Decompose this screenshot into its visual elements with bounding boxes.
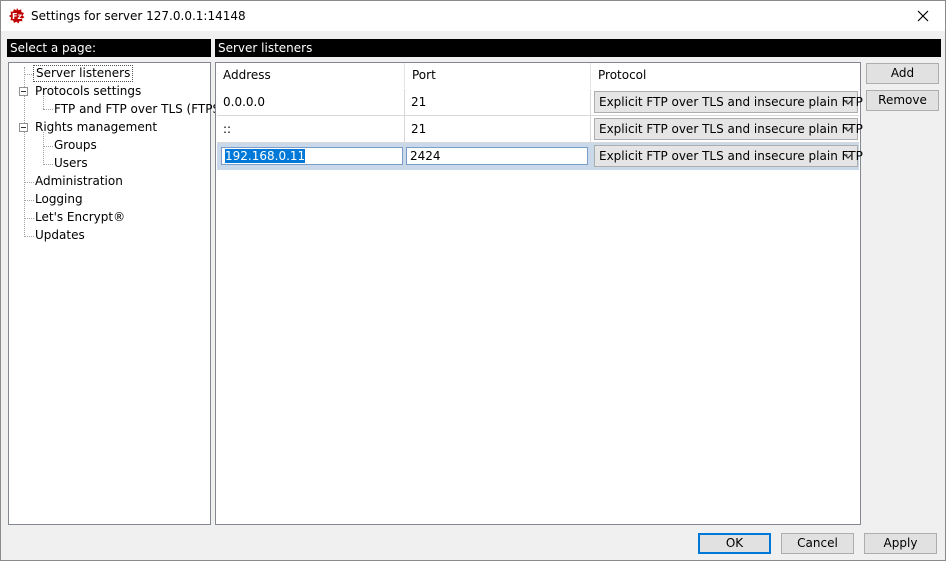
protocol-dropdown[interactable]: Explicit FTP over TLS and insecure plain… (594, 91, 863, 113)
tree-item-lets-encrypt[interactable]: Let's Encrypt® (33, 209, 127, 226)
remove-button[interactable]: Remove (866, 90, 939, 111)
window-title: Settings for server 127.0.0.1:14148 (31, 9, 246, 23)
tree-item-users[interactable]: Users (52, 155, 90, 172)
collapse-minus-icon[interactable] (19, 87, 28, 96)
protocol-value: Explicit FTP over TLS and insecure plain… (599, 95, 863, 109)
column-header-protocol[interactable]: Protocol (591, 63, 860, 88)
port-cell[interactable]: 21 (405, 116, 591, 142)
chevron-down-icon (843, 153, 853, 159)
table-row[interactable]: 0.0.0.0 21 Explicit FTP over TLS and ins… (217, 89, 863, 115)
port-cell[interactable]: 21 (405, 89, 591, 115)
title-bar: Fz Settings for server 127.0.0.1:14148 (1, 1, 945, 31)
address-input[interactable]: 192.168.0.11 (221, 147, 403, 165)
protocol-value: Explicit FTP over TLS and insecure plain… (599, 122, 863, 136)
close-button[interactable] (901, 1, 945, 31)
tree-item-rights-management[interactable]: Rights management (33, 119, 159, 136)
filezilla-server-icon: Fz (9, 8, 25, 24)
protocol-dropdown[interactable]: Explicit FTP over TLS and insecure plain… (594, 145, 863, 167)
tree-item-logging[interactable]: Logging (33, 191, 85, 208)
tree-item-updates[interactable]: Updates (33, 227, 87, 244)
listeners-list[interactable]: Address Port Protocol 0.0.0.0 21 Explici… (215, 62, 863, 525)
close-icon (917, 10, 929, 22)
tree-item-groups[interactable]: Groups (52, 137, 99, 154)
chevron-down-icon (843, 99, 853, 105)
port-input-value: 2424 (410, 149, 441, 163)
protocol-dropdown[interactable]: Explicit FTP over TLS and insecure plain… (594, 118, 863, 140)
page-title: Server listeners (215, 39, 941, 57)
protocol-value: Explicit FTP over TLS and insecure plain… (599, 149, 863, 163)
address-cell[interactable]: 0.0.0.0 (217, 89, 405, 115)
address-input-value: 192.168.0.11 (225, 149, 306, 163)
tree-item-protocols-settings[interactable]: Protocols settings (33, 83, 143, 100)
settings-dialog: Fz Settings for server 127.0.0.1:14148 S… (0, 0, 946, 561)
svg-text:Fz: Fz (12, 12, 22, 21)
settings-page-tree[interactable]: Server listeners Protocols settings FTP … (8, 62, 225, 525)
address-cell[interactable]: :: (217, 116, 405, 142)
column-header-port[interactable]: Port (405, 63, 591, 88)
select-page-header: Select a page: (7, 39, 211, 57)
collapse-minus-icon[interactable] (19, 123, 28, 132)
table-row[interactable]: :: 21 Explicit FTP over TLS and insecure… (217, 116, 863, 142)
tree-item-server-listeners[interactable]: Server listeners (33, 65, 134, 82)
ok-button[interactable]: OK (698, 533, 771, 554)
add-button[interactable]: Add (866, 63, 939, 84)
column-header-address[interactable]: Address (216, 63, 405, 88)
port-input[interactable]: 2424 (406, 147, 588, 165)
tree-item-administration[interactable]: Administration (33, 173, 125, 190)
table-row[interactable]: 192.168.0.11 2424 Explicit FTP over TLS … (217, 143, 863, 170)
apply-button[interactable]: Apply (864, 533, 937, 554)
tree-item-ftp-ftps[interactable]: FTP and FTP over TLS (FTPS) (52, 101, 227, 118)
chevron-down-icon (843, 126, 853, 132)
cancel-button[interactable]: Cancel (781, 533, 854, 554)
